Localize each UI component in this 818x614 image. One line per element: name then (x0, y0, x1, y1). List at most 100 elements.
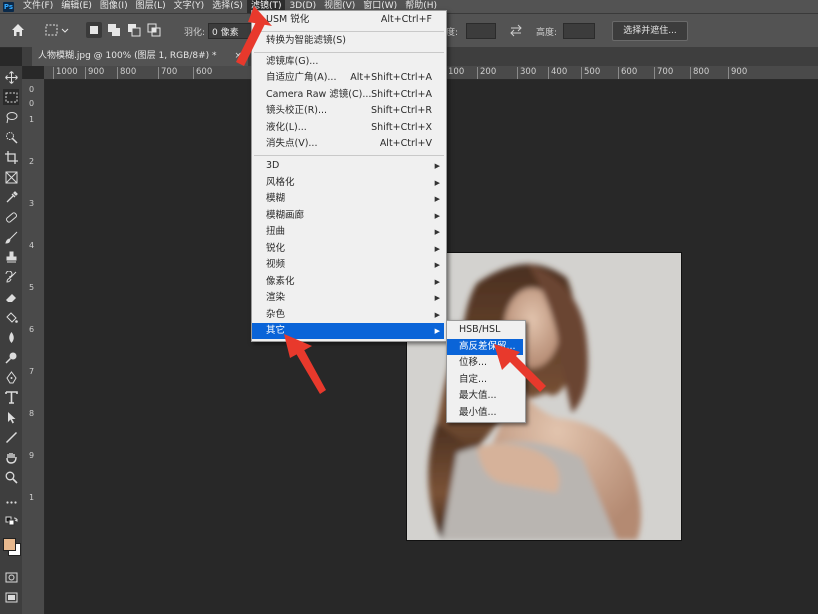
menu-item-lens-correction[interactable]: 镜头校正(R)... Shift+Ctrl+R (252, 103, 444, 119)
menu-item-label: 滤镜库(G)... (266, 56, 319, 67)
feather-input[interactable]: 0 像素 (208, 23, 252, 39)
height-input[interactable] (563, 23, 595, 39)
menu-item-blur-gallery[interactable]: 模糊画廊 ▶ (252, 208, 444, 224)
ruler-tick: 700 (653, 67, 674, 79)
select-and-mask-button[interactable]: 选择并遮住... (612, 21, 688, 41)
paint-bucket-tool-icon[interactable] (3, 309, 19, 325)
other-submenu: HSB/HSL 高反差保留... 位移... 自定... 最大值... 最小值.… (446, 320, 526, 423)
ruler-tick: 600 (192, 67, 213, 79)
zoom-tool-icon[interactable] (3, 469, 19, 485)
menu-item-vanishing-point[interactable]: 消失点(V)... Alt+Ctrl+V (252, 136, 444, 152)
height-label: 高度: (536, 28, 558, 38)
screen-mode-icon[interactable] (3, 589, 19, 605)
menu-item-adaptive-wide-angle[interactable]: 自适应广角(A)... Alt+Shift+Ctrl+A (252, 70, 444, 86)
menu-item-convert-smart-filter[interactable]: 转换为智能滤镜(S) (252, 33, 444, 49)
menu-item-video[interactable]: 视频 ▶ (252, 257, 444, 273)
submenu-item-hsb-hsl[interactable]: HSB/HSL (447, 322, 523, 338)
default-colors-icon[interactable] (3, 514, 19, 530)
menu-item-filter-gallery[interactable]: 滤镜库(G)... (252, 54, 444, 70)
subtract-selection-icon[interactable] (126, 22, 142, 38)
menu-item-camera-raw[interactable]: Camera Raw 滤镜(C)... Shift+Ctrl+A (252, 87, 444, 103)
menu-item-noise[interactable]: 杂色 ▶ (252, 307, 444, 323)
pen-tool-icon[interactable] (3, 369, 19, 385)
lasso-tool-icon[interactable] (3, 109, 19, 125)
menu-item-label: 锐化 (266, 243, 286, 254)
submenu-arrow-icon: ▶ (434, 311, 440, 319)
menu-item-label: USM 锐化 (266, 14, 310, 25)
menu-separator (254, 31, 444, 32)
submenu-item-minimum[interactable]: 最小值... (447, 405, 523, 421)
submenu-item-maximum[interactable]: 最大值... (447, 388, 523, 404)
marquee-preset-icon[interactable] (44, 22, 60, 38)
ruler-tick: 400 (547, 67, 568, 79)
menu-item-pixelate[interactable]: 像素化 ▶ (252, 274, 444, 290)
quick-select-tool-icon[interactable] (3, 129, 19, 145)
dodge-tool-icon[interactable] (3, 349, 19, 365)
menu-layer[interactable]: 图层(L) (132, 0, 170, 13)
eraser-tool-icon[interactable] (3, 289, 19, 305)
submenu-item-offset[interactable]: 位移... (447, 355, 523, 371)
history-brush-tool-icon[interactable] (3, 269, 19, 285)
menu-file[interactable]: 文件(F) (19, 0, 57, 13)
swap-dimensions-icon[interactable] (508, 22, 524, 38)
move-tool-icon[interactable] (3, 69, 19, 85)
add-selection-icon[interactable] (106, 22, 122, 38)
submenu-arrow-icon: ▶ (434, 195, 440, 203)
ruler-tick: 600 (617, 67, 638, 79)
close-icon[interactable]: × (234, 47, 242, 66)
intersect-selection-icon[interactable] (146, 22, 162, 38)
ruler-tick: 0 (29, 99, 35, 108)
clone-stamp-tool-icon[interactable] (3, 249, 19, 265)
feather-value: 0 像素 (212, 28, 239, 38)
submenu-arrow-icon: ▶ (434, 245, 440, 253)
menu-item-label: 视频 (266, 259, 286, 270)
menu-item-liquify[interactable]: 液化(L)... Shift+Ctrl+X (252, 120, 444, 136)
menu-select[interactable]: 选择(S) (208, 0, 247, 13)
hand-tool-icon[interactable] (3, 449, 19, 465)
menu-item-render[interactable]: 渲染 ▶ (252, 290, 444, 306)
type-tool-icon[interactable] (3, 389, 19, 405)
submenu-item-custom[interactable]: 自定... (447, 372, 523, 388)
path-selection-tool-icon[interactable] (3, 409, 19, 425)
brush-tool-icon[interactable] (3, 229, 19, 245)
rect-marquee-tool-icon[interactable] (3, 89, 19, 105)
eyedropper-tool-icon[interactable] (3, 189, 19, 205)
ruler-tick: 200 (476, 67, 497, 79)
ruler-tick: 700 (157, 67, 178, 79)
submenu-item-high-pass[interactable]: 高反差保留... (447, 339, 523, 355)
quick-mask-icon[interactable] (3, 569, 19, 585)
menu-item-usm-sharpen[interactable]: USM 锐化 Alt+Ctrl+F (252, 12, 444, 28)
ruler-tick: 9 (29, 451, 35, 460)
menu-type[interactable]: 文字(Y) (170, 0, 209, 13)
menu-item-label: 扭曲 (266, 226, 286, 237)
submenu-arrow-icon: ▶ (434, 179, 440, 187)
width-input[interactable] (466, 23, 496, 39)
menu-item-sharpen[interactable]: 锐化 ▶ (252, 241, 444, 257)
photoshop-logo: Ps (3, 1, 14, 12)
ruler-tick: 1 (29, 115, 35, 124)
new-selection-icon[interactable] (86, 22, 102, 38)
foreground-color-swatch[interactable] (3, 538, 21, 556)
frame-tool-icon[interactable] (3, 169, 19, 185)
menu-edit[interactable]: 编辑(E) (57, 0, 96, 13)
menu-item-other[interactable]: 其它 ▶ (252, 323, 444, 339)
document-tab[interactable]: 人物模糊.jpg @ 100% (图层 1, RGB/8#) * × (32, 47, 248, 66)
submenu-arrow-icon: ▶ (434, 212, 440, 220)
menu-item-3d[interactable]: 3D ▶ (252, 158, 444, 174)
ruler-tick: 6 (29, 325, 35, 334)
crop-tool-icon[interactable] (3, 149, 19, 165)
healing-brush-tool-icon[interactable] (3, 209, 19, 225)
more-tools-icon[interactable] (3, 494, 19, 510)
home-icon[interactable] (10, 22, 26, 38)
ruler-tick: 8 (29, 409, 35, 418)
menu-item-distort[interactable]: 扭曲 ▶ (252, 224, 444, 240)
menu-image[interactable]: 图像(I) (96, 0, 132, 13)
menu-item-shortcut: Alt+Ctrl+V (379, 138, 432, 149)
blur-tool-icon[interactable] (3, 329, 19, 345)
chevron-down-icon[interactable] (60, 22, 70, 38)
line-tool-icon[interactable] (3, 429, 19, 445)
ruler-tick: 900 (727, 67, 748, 79)
menu-item-blur[interactable]: 模糊 ▶ (252, 191, 444, 207)
menu-item-stylize[interactable]: 风格化 ▶ (252, 175, 444, 191)
ruler-tick: 900 (84, 67, 105, 79)
